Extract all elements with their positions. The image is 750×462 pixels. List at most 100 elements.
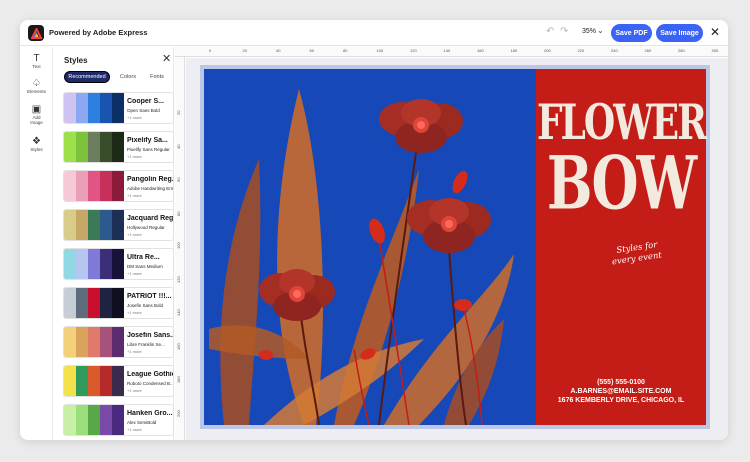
ruler-tick-label: 120 — [410, 48, 417, 53]
color-swatch — [64, 210, 76, 240]
card-font-name: PATRIOT !!!... — [127, 293, 172, 300]
color-swatch — [112, 171, 124, 201]
style-card[interactable]: PATRIOT !!!... Josefin Sans Bold +1 more — [63, 287, 174, 319]
color-swatch — [64, 405, 76, 435]
tab-recommended[interactable]: Recommended — [64, 71, 110, 83]
card-font-name: Cooper S... — [127, 98, 164, 105]
color-swatch — [64, 132, 76, 162]
style-card[interactable]: Pixelify Sa... Pixelify Sans Regular +1 mo… — [63, 131, 174, 163]
card-font-sub: Hollywood Regular — [127, 225, 165, 230]
style-card[interactable]: Jacquard Regular Hollywood Regular +1 more — [63, 209, 174, 241]
ruler-tick-label: 80 — [343, 48, 348, 53]
ruler-tick-label: 180 — [176, 376, 181, 383]
color-swatch — [64, 93, 76, 123]
design-artboard[interactable]: FLOWER BOW Styles for every event (555) … — [200, 65, 710, 429]
card-font-name: Ultra Re... — [127, 254, 160, 261]
color-swatches — [64, 171, 124, 201]
style-card[interactable]: League Gothic Regular Roboto Condensed B.… — [63, 365, 174, 397]
rail-label: Add Image — [30, 115, 43, 125]
style-card[interactable]: Josefin Sans... Libre Franklin Se... +1 mo… — [63, 326, 174, 358]
ruler-tick-label: 40 — [176, 144, 181, 149]
ruler-tick-label: 220 — [577, 48, 585, 53]
color-swatch — [88, 327, 100, 357]
ruler-tick-label: 160 — [477, 48, 484, 53]
color-swatches — [64, 366, 124, 396]
ruler-tick-label: 140 — [443, 48, 451, 53]
color-swatch — [88, 93, 100, 123]
tab-colors[interactable]: Colors — [116, 71, 140, 83]
ruler-tick-label: 120 — [176, 275, 181, 283]
zoom-level[interactable]: 35% — [582, 28, 596, 35]
color-swatch — [76, 171, 88, 201]
contact-address[interactable]: 1676 KEMBERLY DRIVE, CHICAGO, IL — [536, 397, 706, 404]
color-swatch — [76, 210, 88, 240]
color-swatch — [76, 405, 88, 435]
tool-rail: T Text ♤ Elements ▣ Add Image ❖ Styles — [20, 47, 53, 440]
chevron-down-icon[interactable]: ⌄ — [597, 26, 604, 35]
ruler-tick-label: 60 — [176, 177, 181, 182]
undo-icon[interactable]: ↶ — [546, 26, 554, 37]
card-font-name: Josefin Sans... — [127, 332, 173, 339]
ruler-tick-label: 300 — [711, 48, 719, 53]
ruler-tick-label: 0 — [209, 48, 212, 53]
ruler-tick-label: 160 — [176, 342, 181, 350]
ruler-tick-label: 200 — [544, 48, 551, 53]
text-icon: T — [33, 53, 40, 64]
color-swatch — [112, 327, 124, 357]
style-card[interactable]: Cooper S... Open Sans Bold +1 more — [63, 92, 174, 124]
color-swatch — [88, 405, 100, 435]
card-more: +1 more — [127, 310, 142, 315]
color-swatch — [100, 366, 112, 396]
card-font-sub: Open Sans Bold — [127, 108, 160, 113]
color-swatch — [100, 132, 112, 162]
color-swatch — [76, 366, 88, 396]
color-swatch — [100, 210, 112, 240]
styles-panel: Styles ✕ Recommended Colors Fonts Cooper… — [54, 47, 174, 440]
ruler-left: 20406080100120140160180200220 — [175, 57, 185, 440]
color-swatch — [112, 405, 124, 435]
color-swatch — [64, 249, 76, 279]
card-font-sub: Alex SemiBold — [127, 420, 157, 425]
rail-label: Styles — [30, 147, 43, 152]
color-swatch — [88, 249, 100, 279]
close-icon[interactable]: ✕ — [162, 52, 171, 65]
style-card[interactable]: Hanken Gro... Alex SemiBold +1 more — [63, 404, 174, 436]
color-swatches — [64, 327, 124, 357]
top-bar: Powered by Adobe Express ↶ ↷ 35% ⌄ Save … — [20, 20, 728, 46]
rail-item-elements[interactable]: ♤ Elements — [20, 78, 53, 94]
style-card[interactable]: Ultra Re... DM Sans Medium +1 more — [63, 248, 174, 280]
color-swatch — [76, 288, 88, 318]
rail-item-add-image[interactable]: ▣ Add Image — [20, 104, 53, 125]
color-swatch — [112, 288, 124, 318]
rail-label: Elements — [27, 89, 46, 94]
color-swatch — [88, 366, 100, 396]
card-more: +1 more — [127, 154, 142, 159]
color-swatch — [112, 132, 124, 162]
color-swatch — [100, 249, 112, 279]
design-canvas[interactable]: FLOWER BOW Styles for every event (555) … — [186, 58, 728, 440]
rail-item-text[interactable]: T Text — [20, 53, 53, 69]
ruler-tick-label: 100 — [376, 48, 384, 53]
color-swatches — [64, 93, 124, 123]
card-more: +1 more — [127, 388, 142, 393]
color-swatches — [64, 288, 124, 318]
app-window: Powered by Adobe Express ↶ ↷ 35% ⌄ Save … — [20, 20, 728, 440]
color-swatch — [76, 93, 88, 123]
color-swatch — [88, 288, 100, 318]
save-pdf-button[interactable]: Save PDF — [611, 24, 652, 42]
save-image-button[interactable]: Save Image — [656, 24, 703, 42]
close-icon[interactable]: ✕ — [710, 25, 720, 39]
design-title-line-2[interactable]: BOW — [536, 140, 706, 226]
contact-phone[interactable]: (555) 555-0100 — [536, 379, 706, 386]
tab-fonts[interactable]: Fonts — [146, 71, 168, 83]
ruler-tick-label: 260 — [644, 48, 652, 53]
styles-icon: ❖ — [32, 136, 41, 147]
style-card[interactable]: Pangolin Reg... Adobe Handwriting Ernie +1… — [63, 170, 174, 202]
adobe-express-icon — [30, 27, 42, 39]
card-font-sub: Roboto Condensed B... — [127, 381, 173, 386]
color-swatch — [112, 93, 124, 123]
contact-email[interactable]: A.BARNES@EMAIL.SITE.COM — [536, 388, 706, 395]
rail-item-styles[interactable]: ❖ Styles — [20, 136, 53, 152]
card-font-sub: Josefin Sans Bold — [127, 303, 164, 308]
redo-icon[interactable]: ↷ — [560, 26, 568, 37]
